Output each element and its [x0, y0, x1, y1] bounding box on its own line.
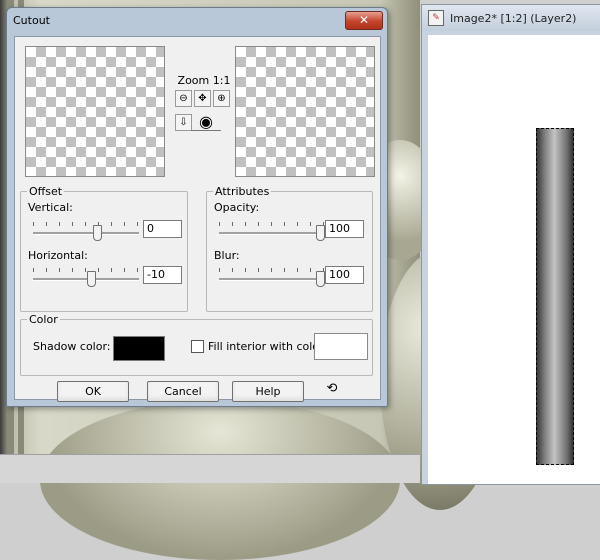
horizontal-slider[interactable]	[33, 268, 139, 287]
attributes-legend: Attributes	[213, 185, 272, 198]
pan-icon[interactable]: ✥	[194, 90, 211, 107]
dialog-client: Zoom 1:1 ⊖ ✥ ⊕ ⇩ ◉ Offset Vertical: 0 Ho…	[14, 36, 381, 402]
blur-label: Blur:	[214, 249, 240, 262]
cutout-dialog: Cutout ✕ Zoom 1:1 ⊖ ✥ ⊕ ⇩ ◉ Offset Verti…	[6, 7, 388, 407]
slider-ticks	[219, 268, 325, 272]
slider-thumb[interactable]	[316, 225, 325, 241]
slider-thumb[interactable]	[316, 271, 325, 287]
attributes-group: Attributes Opacity: 100 Blur: 100	[206, 185, 373, 312]
close-icon: ✕	[358, 13, 370, 27]
offset-group: Offset Vertical: 0 Horizontal: -10	[20, 185, 188, 312]
blur-slider[interactable]	[219, 268, 325, 287]
fill-interior-label: Fill interior with color:	[208, 340, 328, 353]
horizontal-label: Horizontal:	[28, 249, 88, 262]
fill-interior-checkbox[interactable]	[191, 340, 204, 353]
dialog-title: Cutout	[13, 14, 50, 27]
status-bar	[0, 454, 420, 483]
color-group: Color Shadow color: Fill interior with c…	[20, 313, 373, 376]
slider-thumb[interactable]	[93, 225, 102, 241]
offset-legend: Offset	[27, 185, 65, 198]
zoom-in-icon[interactable]: ⊕	[213, 90, 230, 107]
fill-color-swatch[interactable]	[314, 333, 368, 360]
ok-button[interactable]: OK	[57, 381, 129, 402]
zoom-label: Zoom 1:1	[177, 74, 231, 87]
color-legend: Color	[27, 313, 60, 326]
preview-after[interactable]	[235, 46, 375, 177]
help-button[interactable]: Help	[232, 381, 304, 402]
zoom-out-icon[interactable]: ⊖	[175, 90, 192, 107]
slider-thumb[interactable]	[87, 271, 96, 287]
image-document-icon: ✎	[428, 10, 444, 26]
slider-track	[219, 278, 325, 281]
vertical-label: Vertical:	[28, 201, 73, 214]
layer-selection[interactable]	[536, 128, 574, 465]
slider-track	[33, 278, 139, 281]
vertical-input[interactable]: 0	[143, 220, 182, 238]
slider-ticks	[219, 222, 325, 226]
proof-icon[interactable]: ⇩	[175, 114, 192, 131]
image-window-titlebar[interactable]: ✎ Image2* [1:2] (Layer2)	[422, 5, 600, 31]
slider-ticks	[33, 268, 139, 272]
cancel-button[interactable]: Cancel	[147, 381, 219, 402]
image-canvas[interactable]	[428, 35, 600, 484]
opacity-input[interactable]: 100	[325, 220, 364, 238]
image-window-title: Image2* [1:2] (Layer2)	[450, 11, 577, 25]
image-window[interactable]: ✎ Image2* [1:2] (Layer2)	[421, 4, 600, 485]
slider-track	[33, 232, 139, 235]
shadow-color-swatch[interactable]	[113, 336, 165, 361]
blur-input[interactable]: 100	[325, 266, 364, 284]
eye-icon[interactable]: ◉	[191, 113, 221, 131]
preview-before[interactable]	[25, 46, 165, 177]
slider-ticks	[33, 222, 139, 226]
vertical-slider[interactable]	[33, 222, 139, 241]
reset-defaults-icon[interactable]: ⟲	[321, 378, 343, 400]
horizontal-input[interactable]: -10	[143, 266, 182, 284]
opacity-slider[interactable]	[219, 222, 325, 241]
shadow-color-label: Shadow color:	[33, 340, 111, 353]
slider-track	[219, 232, 325, 235]
close-button[interactable]: ✕	[345, 11, 383, 30]
opacity-label: Opacity:	[214, 201, 260, 214]
